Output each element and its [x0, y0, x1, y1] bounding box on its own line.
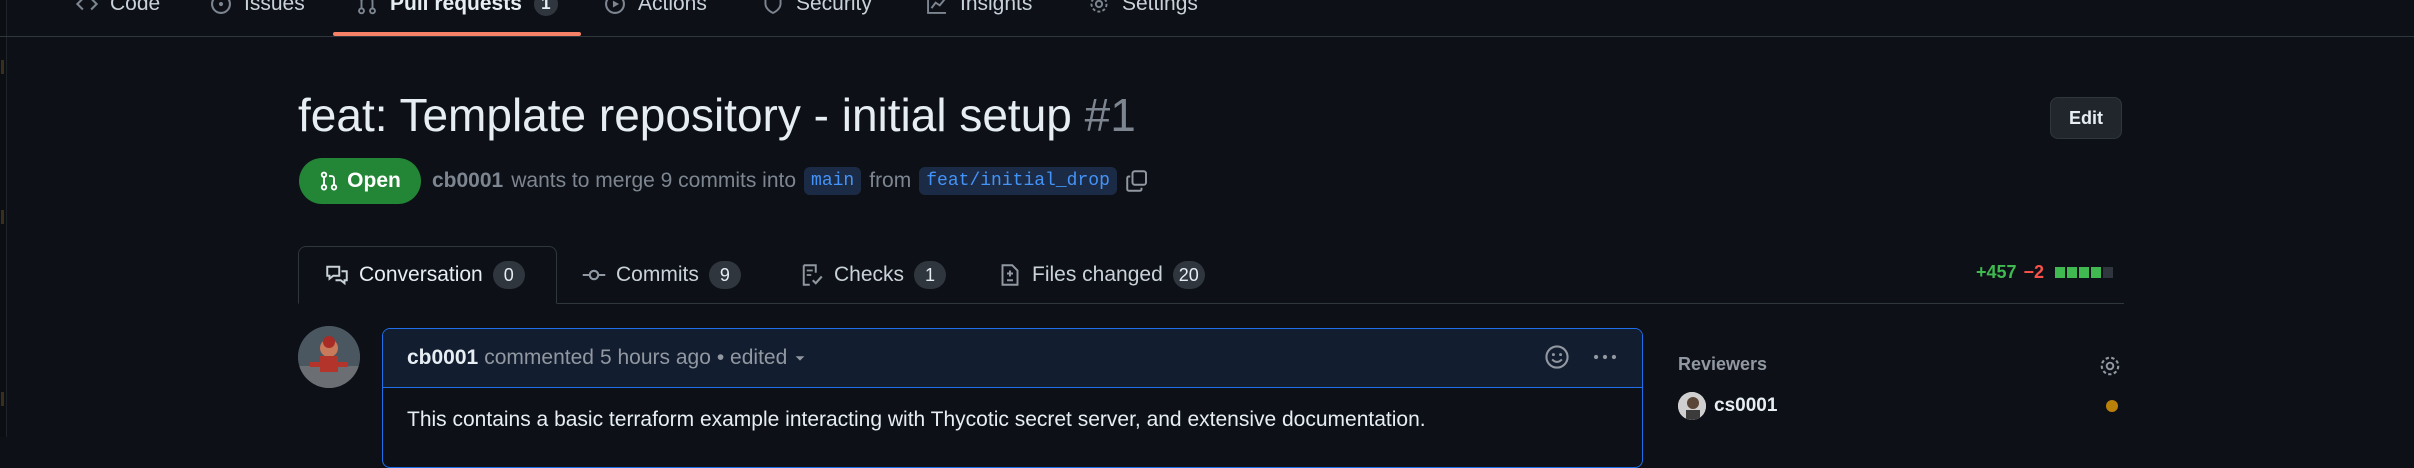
nav-actions-label: Actions	[638, 0, 707, 15]
diffstat-additions: +457	[1976, 262, 2017, 282]
pull-requests-count: 1	[533, 0, 558, 16]
avatar-image	[298, 326, 360, 388]
pr-number: #1	[1084, 89, 1136, 141]
diffstat-block-neutral	[2103, 267, 2114, 278]
tab-checks[interactable]: Checks 1	[800, 246, 947, 304]
tab-files-changed-count: 20	[1172, 261, 1205, 289]
tab-checks-count: 1	[914, 261, 947, 289]
gear-icon	[1090, 0, 1108, 13]
file-diff-icon	[1001, 264, 1019, 286]
tab-commits[interactable]: Commits 9	[582, 246, 741, 304]
tab-conversation-label: Conversation	[359, 263, 483, 286]
chevron-down-icon[interactable]	[793, 351, 807, 365]
nav-code-label: Code	[110, 0, 161, 15]
comment-time[interactable]: 5 hours ago	[600, 346, 711, 370]
nav-security-label: Security	[796, 0, 872, 15]
comment-card: cb0001 commented 5 hours ago • edited Th…	[382, 328, 1643, 468]
shield-icon	[764, 0, 782, 15]
git-pull-request-icon	[358, 0, 376, 15]
active-tab-underline	[333, 32, 581, 36]
merge-text: wants to merge 9 commits into	[511, 169, 797, 192]
from-text: from	[869, 169, 912, 192]
tab-files-changed-label: Files changed	[1032, 263, 1163, 286]
nav-issues[interactable]: Issues	[210, 0, 305, 20]
gear-icon[interactable]	[2098, 354, 2122, 378]
comment-edited[interactable]: • edited	[717, 346, 787, 370]
git-pull-request-icon	[320, 171, 338, 191]
nav-insights-label: Insights	[960, 0, 1033, 15]
comment-action: commented	[484, 346, 594, 369]
nav-pull-requests[interactable]: Pull requests 1	[356, 0, 558, 20]
pr-state-label: Open	[347, 169, 401, 192]
tab-commits-count: 9	[708, 261, 741, 289]
git-commit-icon	[582, 269, 606, 281]
comment-body: This contains a basic terraform example …	[407, 408, 1426, 431]
nav-settings-label: Settings	[1122, 0, 1198, 15]
nav-code[interactable]: Code	[76, 0, 160, 20]
smiley-icon[interactable]	[1544, 344, 1570, 370]
issue-opened-icon	[211, 0, 231, 14]
code-icon	[76, 0, 98, 11]
pr-state-badge: Open	[299, 158, 421, 204]
diffstat-bar	[2055, 267, 2114, 278]
nav-security[interactable]: Security	[762, 0, 872, 20]
pr-meta: cb0001 wants to merge 9 commits into mai…	[432, 167, 1149, 195]
repo-navigation: Code Issues Pull requests 1 Actions Secu…	[0, 0, 2414, 37]
tab-checks-label: Checks	[834, 263, 905, 286]
kebab-horizontal-icon[interactable]	[1592, 344, 1618, 370]
tab-commits-label: Commits	[616, 263, 699, 286]
comment-author[interactable]: cb0001	[407, 346, 478, 370]
edit-title-button[interactable]: Edit	[2050, 97, 2122, 139]
nav-pull-requests-label: Pull requests	[390, 0, 522, 15]
diffstat-block-added	[2067, 267, 2078, 278]
diffstat: +457 −2	[1976, 262, 2114, 283]
base-branch[interactable]: main	[804, 167, 862, 195]
nav-issues-label: Issues	[244, 0, 305, 15]
window-left-edge	[0, 0, 7, 437]
checklist-icon	[802, 264, 823, 286]
tab-conversation[interactable]: Conversation 0	[298, 246, 557, 304]
tabs-divider	[298, 303, 2124, 304]
graph-icon	[927, 0, 946, 14]
avatar[interactable]	[298, 326, 360, 388]
comment-header: cb0001 commented 5 hours ago • edited	[383, 329, 1642, 388]
nav-settings[interactable]: Settings	[1088, 0, 1198, 20]
head-branch[interactable]: feat/initial_drop	[919, 167, 1117, 195]
pr-author-link[interactable]: cb0001	[432, 169, 503, 193]
diffstat-block-added	[2055, 267, 2066, 278]
pr-title-text: feat: Template repository - initial setu…	[298, 89, 1072, 141]
play-icon	[605, 0, 625, 14]
diffstat-block-added	[2079, 267, 2090, 278]
tab-files-changed[interactable]: Files changed 20	[998, 246, 1205, 304]
nav-insights[interactable]: Insights	[926, 0, 1032, 20]
comment-discussion-icon	[326, 265, 348, 286]
tab-conversation-count: 0	[492, 261, 525, 289]
diffstat-block-added	[2091, 267, 2102, 278]
reviewers-heading[interactable]: Reviewers	[1678, 354, 1767, 375]
nav-actions[interactable]: Actions	[604, 0, 707, 20]
reviewer-avatar	[1678, 392, 1706, 420]
reviewer-name: cs0001	[1714, 395, 1778, 416]
copy-icon[interactable]	[1125, 169, 1149, 193]
diffstat-deletions: −2	[2023, 262, 2045, 282]
reviewer-item[interactable]: cs0001	[1678, 392, 1777, 420]
reviewer-avatar-image	[1678, 392, 1706, 420]
page-title: feat: Template repository - initial setu…	[298, 88, 1136, 142]
review-pending-dot	[2106, 400, 2118, 412]
